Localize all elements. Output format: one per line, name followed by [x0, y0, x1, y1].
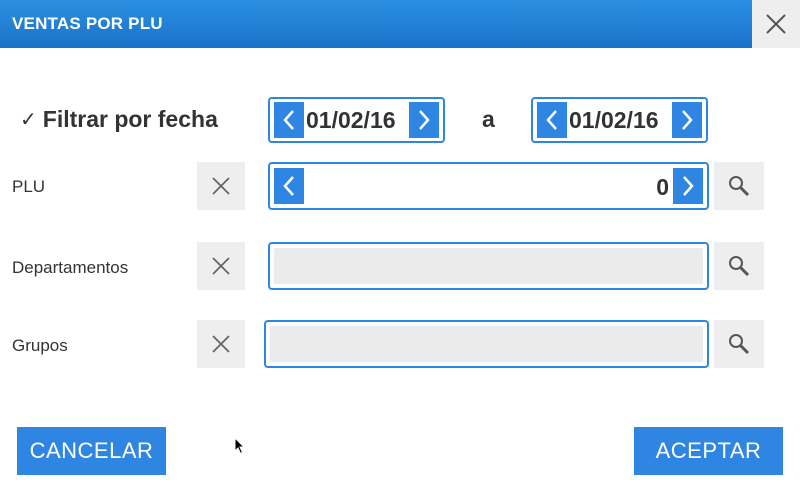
grupos-search-button[interactable]	[714, 320, 764, 368]
close-icon	[766, 14, 786, 34]
date-range-separator: a	[482, 106, 495, 132]
plu-stepper: 0	[268, 162, 709, 210]
clear-icon	[212, 257, 230, 275]
departamentos-input[interactable]	[274, 248, 703, 284]
departamentos-field[interactable]	[268, 242, 709, 290]
chevron-right-icon	[682, 110, 693, 130]
plu-clear-button[interactable]	[197, 162, 245, 210]
date-from-prev-button[interactable]	[274, 102, 304, 138]
cancel-button[interactable]: CANCELAR	[17, 427, 166, 475]
dialog-titlebar: VENTAS POR PLU	[0, 0, 752, 48]
plu-prev-button[interactable]	[274, 168, 304, 204]
plu-label: PLU	[12, 177, 46, 196]
date-to-next-button[interactable]	[672, 102, 702, 138]
chevron-right-icon	[683, 176, 694, 196]
search-icon	[729, 334, 750, 355]
mouse-cursor-icon	[234, 437, 246, 455]
departamentos-label: Departamentos	[12, 258, 129, 277]
plu-next-button[interactable]	[673, 168, 703, 204]
clear-icon	[212, 177, 230, 195]
grupos-label: Grupos	[12, 336, 68, 355]
plu-value[interactable]: 0	[656, 174, 669, 201]
grupos-clear-button[interactable]	[197, 320, 245, 368]
accept-button[interactable]: ACEPTAR	[634, 427, 783, 475]
grupos-input[interactable]	[270, 326, 703, 362]
close-button[interactable]	[752, 0, 800, 48]
date-from-next-button[interactable]	[409, 102, 439, 138]
plu-search-button[interactable]	[714, 162, 764, 210]
search-icon	[729, 176, 750, 197]
dialog-title: VENTAS POR PLU	[12, 14, 163, 33]
search-icon	[729, 256, 750, 277]
chevron-left-icon	[546, 110, 557, 130]
date-from-stepper: 01/02/16	[268, 97, 445, 143]
chevron-left-icon	[283, 176, 294, 196]
departamentos-clear-button[interactable]	[197, 242, 245, 290]
date-to-stepper: 01/02/16	[531, 97, 708, 143]
chevron-left-icon	[283, 110, 294, 130]
date-from-value: 01/02/16	[306, 107, 396, 133]
clear-icon	[212, 335, 230, 353]
grupos-field[interactable]	[264, 320, 709, 368]
filter-by-date-checkbox[interactable]: ✓ Filtrar por fecha	[20, 106, 218, 133]
chevron-right-icon	[419, 110, 430, 130]
check-icon: ✓	[20, 109, 37, 131]
departamentos-search-button[interactable]	[714, 242, 764, 290]
filter-by-date-label: Filtrar por fecha	[42, 106, 218, 132]
date-to-prev-button[interactable]	[537, 102, 567, 138]
date-to-value: 01/02/16	[569, 107, 659, 133]
